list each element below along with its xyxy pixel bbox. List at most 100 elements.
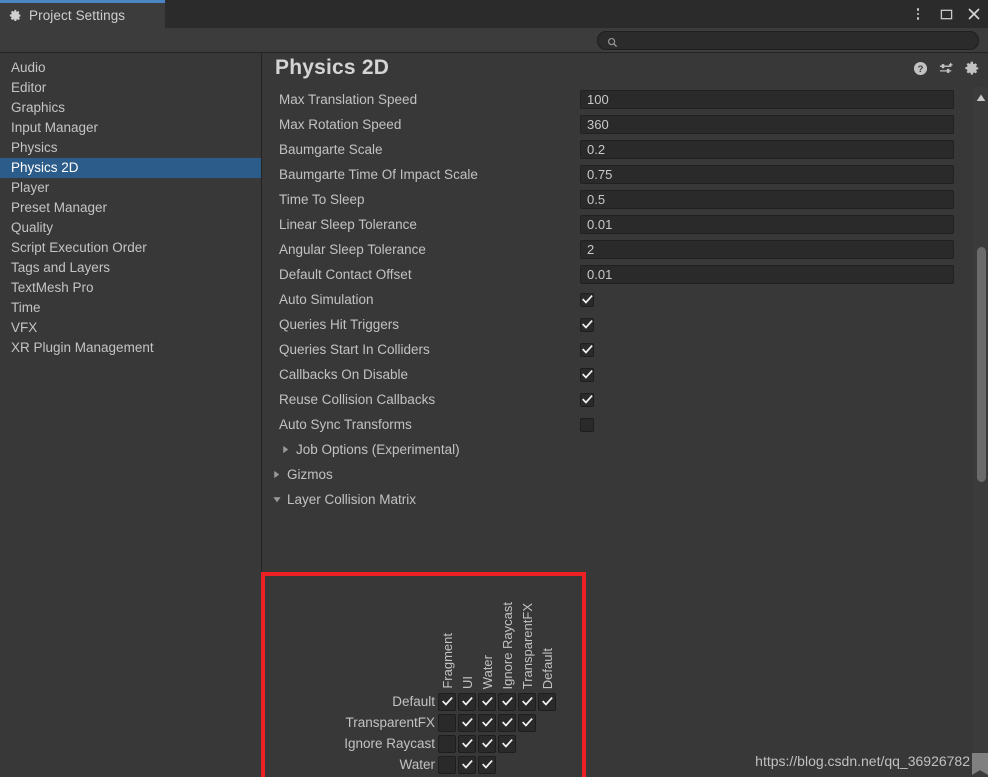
window-controls [910,0,982,28]
search-box[interactable] [597,31,979,50]
matrix-checkbox[interactable] [478,692,496,711]
sidebar-item-textmesh-pro[interactable]: TextMesh Pro [0,278,261,298]
matrix-checkbox[interactable] [438,692,456,711]
matrix-checkbox[interactable] [478,755,496,774]
matrix-checkbox[interactable] [438,755,456,774]
property-value-input[interactable] [587,217,953,232]
foldout-label: Gizmos [287,467,333,482]
matrix-checkbox[interactable] [458,713,476,732]
property-value-input[interactable] [587,92,953,107]
sidebar-item-label: Tags and Layers [11,260,111,275]
tab-project-settings[interactable]: Project Settings [0,0,165,28]
sidebar-item-graphics[interactable]: Graphics [0,98,261,118]
sidebar-item-label: Input Manager [11,120,99,135]
preset-icon[interactable] [939,61,954,76]
help-icon[interactable]: ? [913,61,928,76]
matrix-checkbox[interactable] [498,734,516,753]
property-value-field[interactable] [580,90,954,109]
matrix-row-label: Water [399,757,435,772]
maximize-icon[interactable] [938,6,954,22]
property-label: Auto Sync Transforms [279,417,412,432]
panel-header-icons: ? [913,61,980,76]
search-input[interactable] [618,34,978,47]
property-row: Baumgarte Time Of Impact Scale [262,162,988,187]
sidebar-item-vfx[interactable]: VFX [0,318,261,338]
property-list: Max Translation Speed Max Rotation Speed B… [262,87,988,512]
vertical-scrollbar[interactable] [974,87,988,777]
sidebar-item-label: Script Execution Order [11,240,147,255]
property-checkbox[interactable] [580,392,594,407]
property-row: Default Contact Offset [262,262,988,287]
property-value-input[interactable] [587,167,953,182]
chevron-down-icon[interactable] [270,493,283,506]
close-icon[interactable] [966,6,982,22]
sidebar-item-audio[interactable]: Audio [0,58,261,78]
gear-icon[interactable] [965,61,980,76]
matrix-checkbox[interactable] [538,692,556,711]
property-value-input[interactable] [587,192,953,207]
settings-content-panel: Physics 2D ? Max Translation Speed 100 M… [261,53,988,777]
property-label: Default Contact Offset [279,267,412,282]
property-checkbox[interactable] [580,292,594,307]
sidebar-item-label: Physics 2D [11,160,79,175]
matrix-checkbox[interactable] [478,734,496,753]
property-checkbox[interactable] [580,317,594,332]
property-checkbox[interactable] [580,342,594,357]
matrix-checkbox[interactable] [498,692,516,711]
matrix-checkbox[interactable] [438,734,456,753]
property-value-field[interactable] [580,215,954,234]
sidebar-item-label: TextMesh Pro [11,280,94,295]
property-row: Queries Hit Triggers [262,312,988,337]
sidebar-item-label: Player [11,180,50,195]
matrix-checkbox[interactable] [458,734,476,753]
title-bar: Project Settings [0,0,988,28]
property-checkbox[interactable] [580,417,594,432]
matrix-checkbox[interactable] [458,692,476,711]
property-value-input[interactable] [587,117,953,132]
matrix-checkbox[interactable] [478,713,496,732]
sidebar-item-input-manager[interactable]: Input Manager [0,118,261,138]
sidebar-item-script-execution-order[interactable]: Script Execution Order [0,238,261,258]
matrix-checkbox[interactable] [458,755,476,774]
scrollbar-thumb[interactable] [977,247,986,482]
matrix-checkbox[interactable] [498,713,516,732]
property-row: Reuse Collision Callbacks [262,387,988,412]
sidebar-item-tags-and-layers[interactable]: Tags and Layers [0,258,261,278]
sidebar-item-physics-2d[interactable]: Physics 2D [0,158,261,178]
property-label: Linear Sleep Tolerance [279,217,417,232]
chevron-right-icon[interactable] [270,468,283,481]
matrix-row-label: TransparentFX [345,715,435,730]
layer-collision-matrix: Fragment UI Water Ignore Raycast Transparent… [261,519,988,777]
foldout-job-options-experimental[interactable]: Job Options (Experimental) [262,437,988,462]
matrix-checkbox[interactable] [438,713,456,732]
foldout-gizmos[interactable]: Gizmos [262,462,988,487]
chevron-right-icon[interactable] [279,443,292,456]
property-value-input[interactable] [587,142,953,157]
sidebar-item-quality[interactable]: Quality [0,218,261,238]
property-checkbox[interactable] [580,367,594,382]
sidebar-item-player[interactable]: Player [0,178,261,198]
foldout-layer-collision-matrix[interactable]: Layer Collision Matrix [262,487,988,512]
property-value-field[interactable] [580,190,954,209]
property-row: Linear Sleep Tolerance [262,212,988,237]
property-value-field[interactable] [580,165,954,184]
property-value-field[interactable] [580,115,954,134]
scroll-up-arrow-icon[interactable] [976,89,986,107]
sidebar-item-preset-manager[interactable]: Preset Manager [0,198,261,218]
property-value-field[interactable] [580,265,954,284]
sidebar-item-physics[interactable]: Physics [0,138,261,158]
property-value-field[interactable] [580,140,954,159]
property-row: Baumgarte Scale [262,137,988,162]
property-value-input[interactable] [587,242,953,257]
sidebar-item-time[interactable]: Time [0,298,261,318]
matrix-checkbox[interactable] [518,692,536,711]
property-value-field[interactable] [580,240,954,259]
matrix-row: TransparentFX [345,712,538,733]
sidebar-item-editor[interactable]: Editor [0,78,261,98]
sidebar-item-xr-plugin-management[interactable]: XR Plugin Management [0,338,261,358]
matrix-column-headers: Fragment UI Water Ignore Raycast Transparent… [262,519,988,689]
kebab-menu-icon[interactable] [910,6,926,22]
property-row: Time To Sleep [262,187,988,212]
matrix-checkbox[interactable] [518,713,536,732]
property-value-input[interactable] [587,267,953,282]
